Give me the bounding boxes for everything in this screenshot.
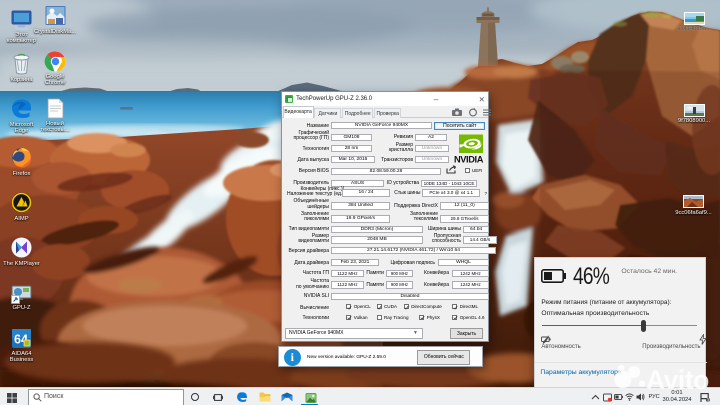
- svg-text:NVIDIA: NVIDIA: [454, 154, 484, 164]
- svg-text:Avito: Avito: [646, 365, 709, 395]
